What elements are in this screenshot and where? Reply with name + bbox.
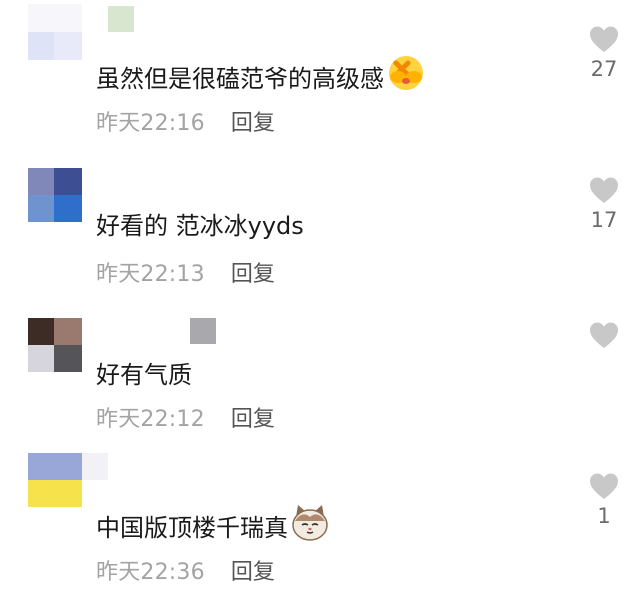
heart-icon (590, 473, 618, 499)
comment-text: 虽然但是很磕范爷的高级感 (96, 55, 426, 97)
like-count: 17 (590, 208, 618, 232)
cat-emoji-icon (290, 503, 330, 547)
heart-icon (590, 26, 618, 52)
reply-button[interactable]: 回复 (231, 554, 275, 586)
like-button[interactable]: 1 (586, 473, 622, 527)
avatar[interactable] (28, 4, 138, 60)
like-button[interactable]: 27 (586, 26, 622, 80)
face-covering-emoji-icon (386, 55, 426, 97)
comment-time: 昨天22:12 (96, 407, 205, 432)
comment-text: 好有气质 (96, 361, 192, 389)
comment-time: 昨天22:13 (96, 262, 205, 287)
heart-icon (590, 322, 618, 348)
avatar[interactable] (28, 168, 82, 222)
comment-time: 昨天22:16 (96, 111, 205, 136)
comment-text: 好看的 范冰冰yyds (96, 212, 304, 240)
like-button[interactable]: 17 (586, 177, 622, 231)
comment-text: 中国版顶楼千瑞真 (96, 503, 330, 547)
like-count: 1 (597, 504, 611, 528)
like-count: 27 (590, 57, 618, 81)
reply-button[interactable]: 回复 (231, 256, 275, 288)
reply-button[interactable]: 回复 (231, 105, 275, 137)
heart-icon (590, 177, 618, 203)
comment-time: 昨天22:36 (96, 560, 205, 585)
reply-button[interactable]: 回复 (231, 401, 275, 433)
avatar[interactable] (28, 453, 110, 507)
like-button[interactable] (586, 322, 622, 355)
